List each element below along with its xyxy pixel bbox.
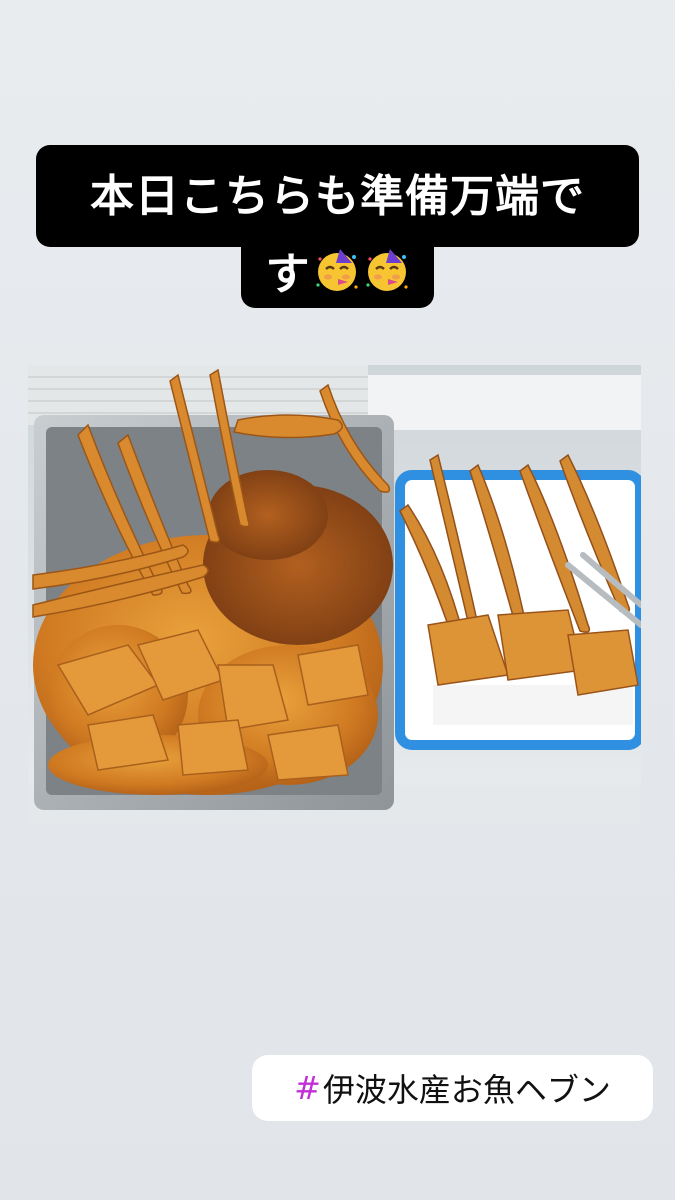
party-face-emoji-icon — [314, 247, 360, 293]
party-face-emoji-icon — [364, 247, 410, 293]
hashtag-symbol: # — [294, 1069, 321, 1107]
caption-line-2: す — [241, 232, 434, 308]
fried-fish-photo — [28, 365, 641, 825]
hashtag-text: 伊波水産お魚ヘブン — [322, 1071, 611, 1109]
caption-line-2-text: す — [265, 249, 310, 300]
hashtag-sticker[interactable]: # 伊波水産お魚ヘブン — [252, 1055, 653, 1121]
